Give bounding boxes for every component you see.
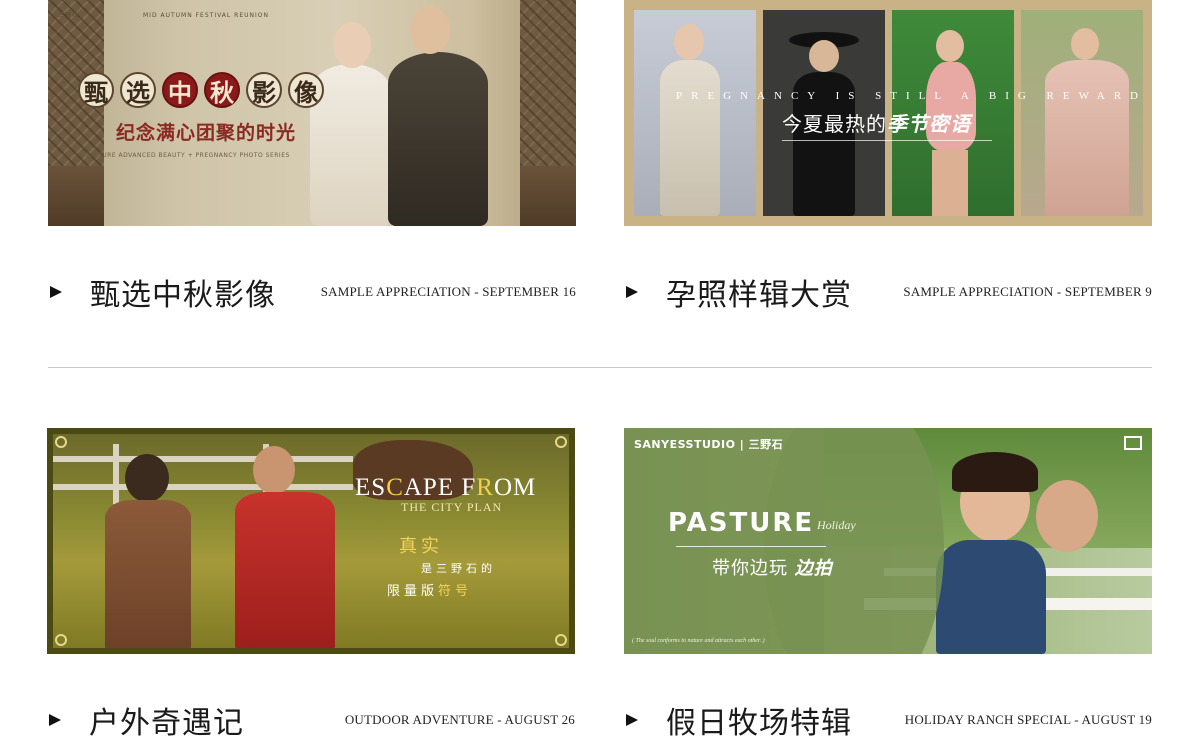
groom-figure [388,52,488,226]
thumb-subline: THE CITY PLAN [401,500,503,514]
fence-rail [53,456,353,462]
seal-title: 甄 选 中 秋 影 像 [78,72,324,108]
thumb-english-tagline: PREGNANCY IS STILL A BIG REWARD [676,90,1148,102]
photo-strip-1 [634,10,756,216]
thumb-headline: ESCAPE FROM [355,474,536,502]
card-caption: 孕照样辑大赏 SAMPLE APPRECIATION - SEPTEMBER 9 [624,270,1152,314]
boy-figure [105,500,191,648]
thumb-holiday: Holiday [817,518,856,532]
thumb-cn-line: 是三野石的 [421,562,496,575]
seal-char: 秋 [204,72,240,108]
seal-char: 影 [246,72,282,108]
boy-head [1036,480,1098,552]
thumb-subtitle: 纪念满心团聚的时光 [116,122,297,144]
card-date: HOLIDAY RANCH SPECIAL - AUGUST 19 [904,712,1152,727]
headline-part: OM [493,474,537,501]
bride-head [333,22,371,68]
thumb-cn-heading: 真实 [399,536,443,557]
card-date: OUTDOOR ADVENTURE - AUGUST 26 [344,712,575,727]
headline-part: APE F [403,474,477,501]
thumb-headline: PASTURE [668,508,815,538]
corner-ornament-icon [555,436,567,448]
tagline-plain: 带你边玩 [712,558,788,579]
card-title[interactable]: 户外奇遇记 [89,698,244,740]
card-caption: 户外奇遇记 OUTDOOR ADVENTURE - AUGUST 26 [47,700,575,740]
corner-ornament-icon [55,634,67,646]
thumb-chinese-tagline: 带你边玩 边拍 [712,554,833,580]
card-title[interactable]: 假日牧场特辑 [666,698,852,740]
corner-ornament-icon [55,436,67,448]
section-divider [48,367,1152,368]
card-date: SAMPLE APPRECIATION - SEPTEMBER 16 [320,284,576,299]
girl-head [253,446,295,494]
card-title[interactable]: 甄选中秋影像 [90,270,276,314]
wood-panel-left [48,166,104,226]
play-triangle-icon [50,286,62,298]
girl-figure [936,540,1046,654]
girl-figure [235,492,335,648]
headline-part: R [476,474,494,501]
thumb-tiny-text: ( The soul conforms to nature and attrac… [632,638,765,644]
card-thumbnail[interactable]: 三野石 MID AUTUMN FESTIVAL REUNION 甄 选 中 秋 … [48,0,576,226]
groom-head [410,6,450,54]
brand-mark: 三野石 [58,12,80,19]
corner-ornament-icon [555,634,567,646]
play-triangle-icon [49,714,61,726]
tagline-bold: 边拍 [794,558,833,579]
card-thumbnail[interactable]: SANYESSTUDIO | 三野石 PASTURE Holiday 带你边玩 … [624,428,1152,654]
headline-part: ES [355,474,387,501]
tagline-plain: 今夏最热的 [782,112,887,136]
thumb-top-label: MID AUTUMN FESTIVAL REUNION [143,12,269,19]
tagline-bold: 季节密语 [887,112,971,136]
thumb-tiny-text: NURTURE ADVANCED BEAUTY + PREGNANCY PHOT… [84,152,290,159]
fence-rail [53,484,353,490]
headline-part: C [386,474,404,501]
card-caption: 甄选中秋影像 SAMPLE APPRECIATION - SEPTEMBER 1… [48,270,576,314]
card-thumbnail[interactable]: PREGNANCY IS STILL A BIG REWARD 今夏最热的季节密… [624,0,1152,226]
card-date: SAMPLE APPRECIATION - SEPTEMBER 9 [903,284,1152,299]
fence-post [113,444,119,504]
thumb-cn-line: 限量版符号 [387,580,472,599]
girl-hair [952,452,1038,492]
divider-line [676,546,826,547]
seal-char: 像 [288,72,324,108]
seal-char: 中 [162,72,198,108]
play-triangle-icon [626,714,638,726]
boy-head [125,454,169,502]
thumb-brand: SANYESSTUDIO | 三野石 [634,438,784,451]
cn-plain: 限量版 [387,584,439,599]
play-triangle-icon [626,286,638,298]
logo-icon [1124,436,1142,450]
photo-strip-4 [1021,10,1143,216]
card-thumbnail[interactable]: ESCAPE FROM THE CITY PLAN 真实 是三野石的 限量版符号 [47,428,575,654]
seal-char: 甄 [78,72,114,108]
card-caption: 假日牧场特辑 HOLIDAY RANCH SPECIAL - AUGUST 19 [624,700,1152,740]
wood-panel-right [520,166,576,226]
green-overlay-curve [764,428,944,654]
divider-line [782,140,992,141]
seal-char: 选 [120,72,156,108]
cn-accent: 符号 [438,584,473,599]
card-title[interactable]: 孕照样辑大赏 [666,270,852,314]
thumb-chinese-tagline: 今夏最热的季节密语 [782,108,971,137]
